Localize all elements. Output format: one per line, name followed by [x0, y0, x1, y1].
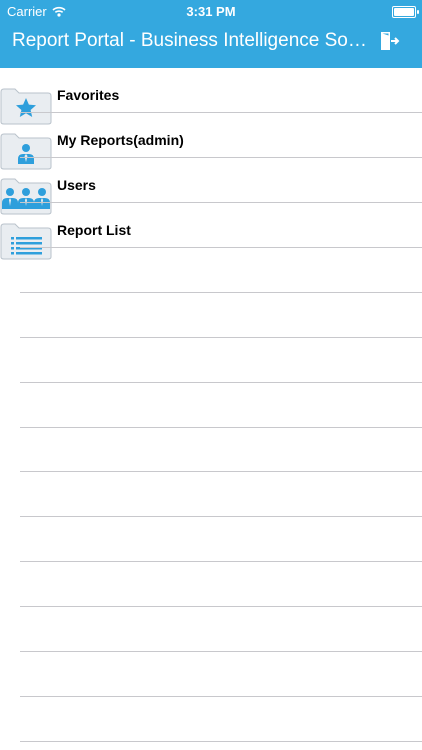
menu-item-my-reports[interactable]: My Reports(admin) [0, 113, 422, 170]
empty-row [0, 517, 422, 563]
empty-row [0, 248, 422, 293]
empty-row [0, 697, 422, 742]
empty-row [0, 652, 422, 697]
menu-item-label: Users [57, 177, 96, 193]
empty-rows [0, 248, 422, 742]
empty-row [0, 428, 422, 473]
menu-item-report-list[interactable]: Report List [0, 203, 422, 260]
empty-row [0, 607, 422, 653]
top-bar: Carrier 3:31 PM Report Portal - Business… [0, 0, 422, 68]
row-divider [20, 740, 422, 742]
battery-icon [392, 6, 419, 18]
empty-row [0, 383, 422, 428]
menu-item-users[interactable]: Users [0, 158, 422, 215]
menu-item-label: Report List [57, 222, 131, 238]
empty-row [0, 338, 422, 383]
menu-item-favorites[interactable]: Favorites [0, 68, 422, 125]
menu-item-label: Favorites [57, 87, 120, 103]
page-title: Report Portal - Business Intelligence So… [12, 30, 367, 51]
report-menu-list: Favorites My Reports(admin) Users Report… [0, 68, 422, 750]
empty-row [0, 472, 422, 518]
status-bar: Carrier 3:31 PM [0, 0, 422, 24]
empty-row [0, 562, 422, 608]
status-time: 3:31 PM [186, 4, 236, 19]
menu-item-label: My Reports(admin) [57, 132, 184, 148]
logout-door-icon[interactable] [380, 31, 400, 51]
empty-row [0, 293, 422, 338]
